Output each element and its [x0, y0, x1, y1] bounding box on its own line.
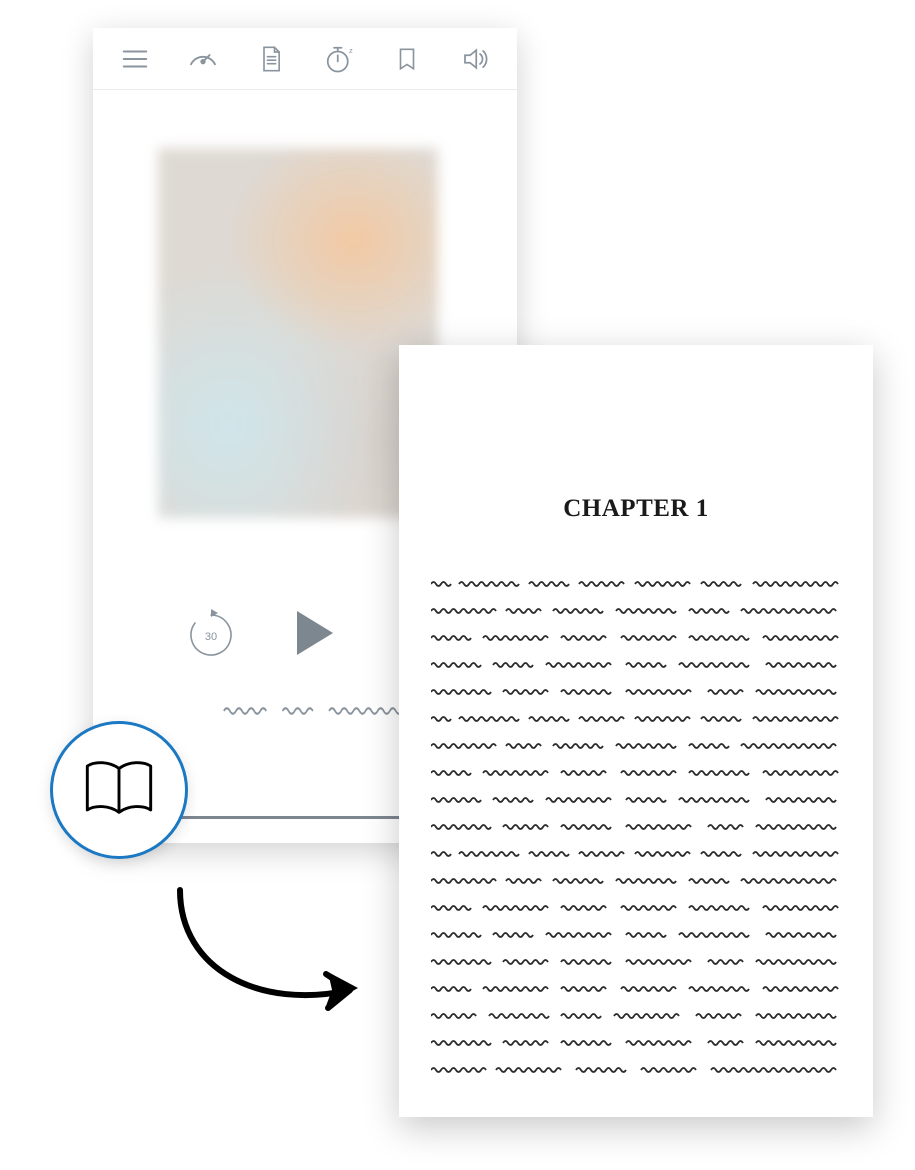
ebook-reader-panel: CHAPTER 1 [399, 345, 873, 1117]
svg-text:z: z [349, 45, 353, 54]
open-book-icon [80, 749, 158, 832]
play-button[interactable] [297, 611, 333, 655]
flow-arrow-icon [150, 880, 380, 1030]
chapter-body-text [431, 579, 841, 1075]
menu-icon[interactable] [118, 42, 152, 76]
chapter-heading: CHAPTER 1 [431, 495, 841, 523]
volume-icon[interactable] [458, 42, 492, 76]
sleep-timer-icon[interactable]: z [322, 42, 356, 76]
audio-toolbar: z [93, 28, 517, 90]
playback-speed-icon[interactable] [186, 42, 220, 76]
document-icon[interactable] [254, 42, 288, 76]
switch-to-ebook-button[interactable] [50, 721, 188, 859]
book-cover-art [158, 148, 438, 518]
bookmark-icon[interactable] [390, 42, 424, 76]
rewind-30-button[interactable]: 30 [185, 607, 237, 659]
rewind-seconds-label: 30 [185, 631, 237, 643]
